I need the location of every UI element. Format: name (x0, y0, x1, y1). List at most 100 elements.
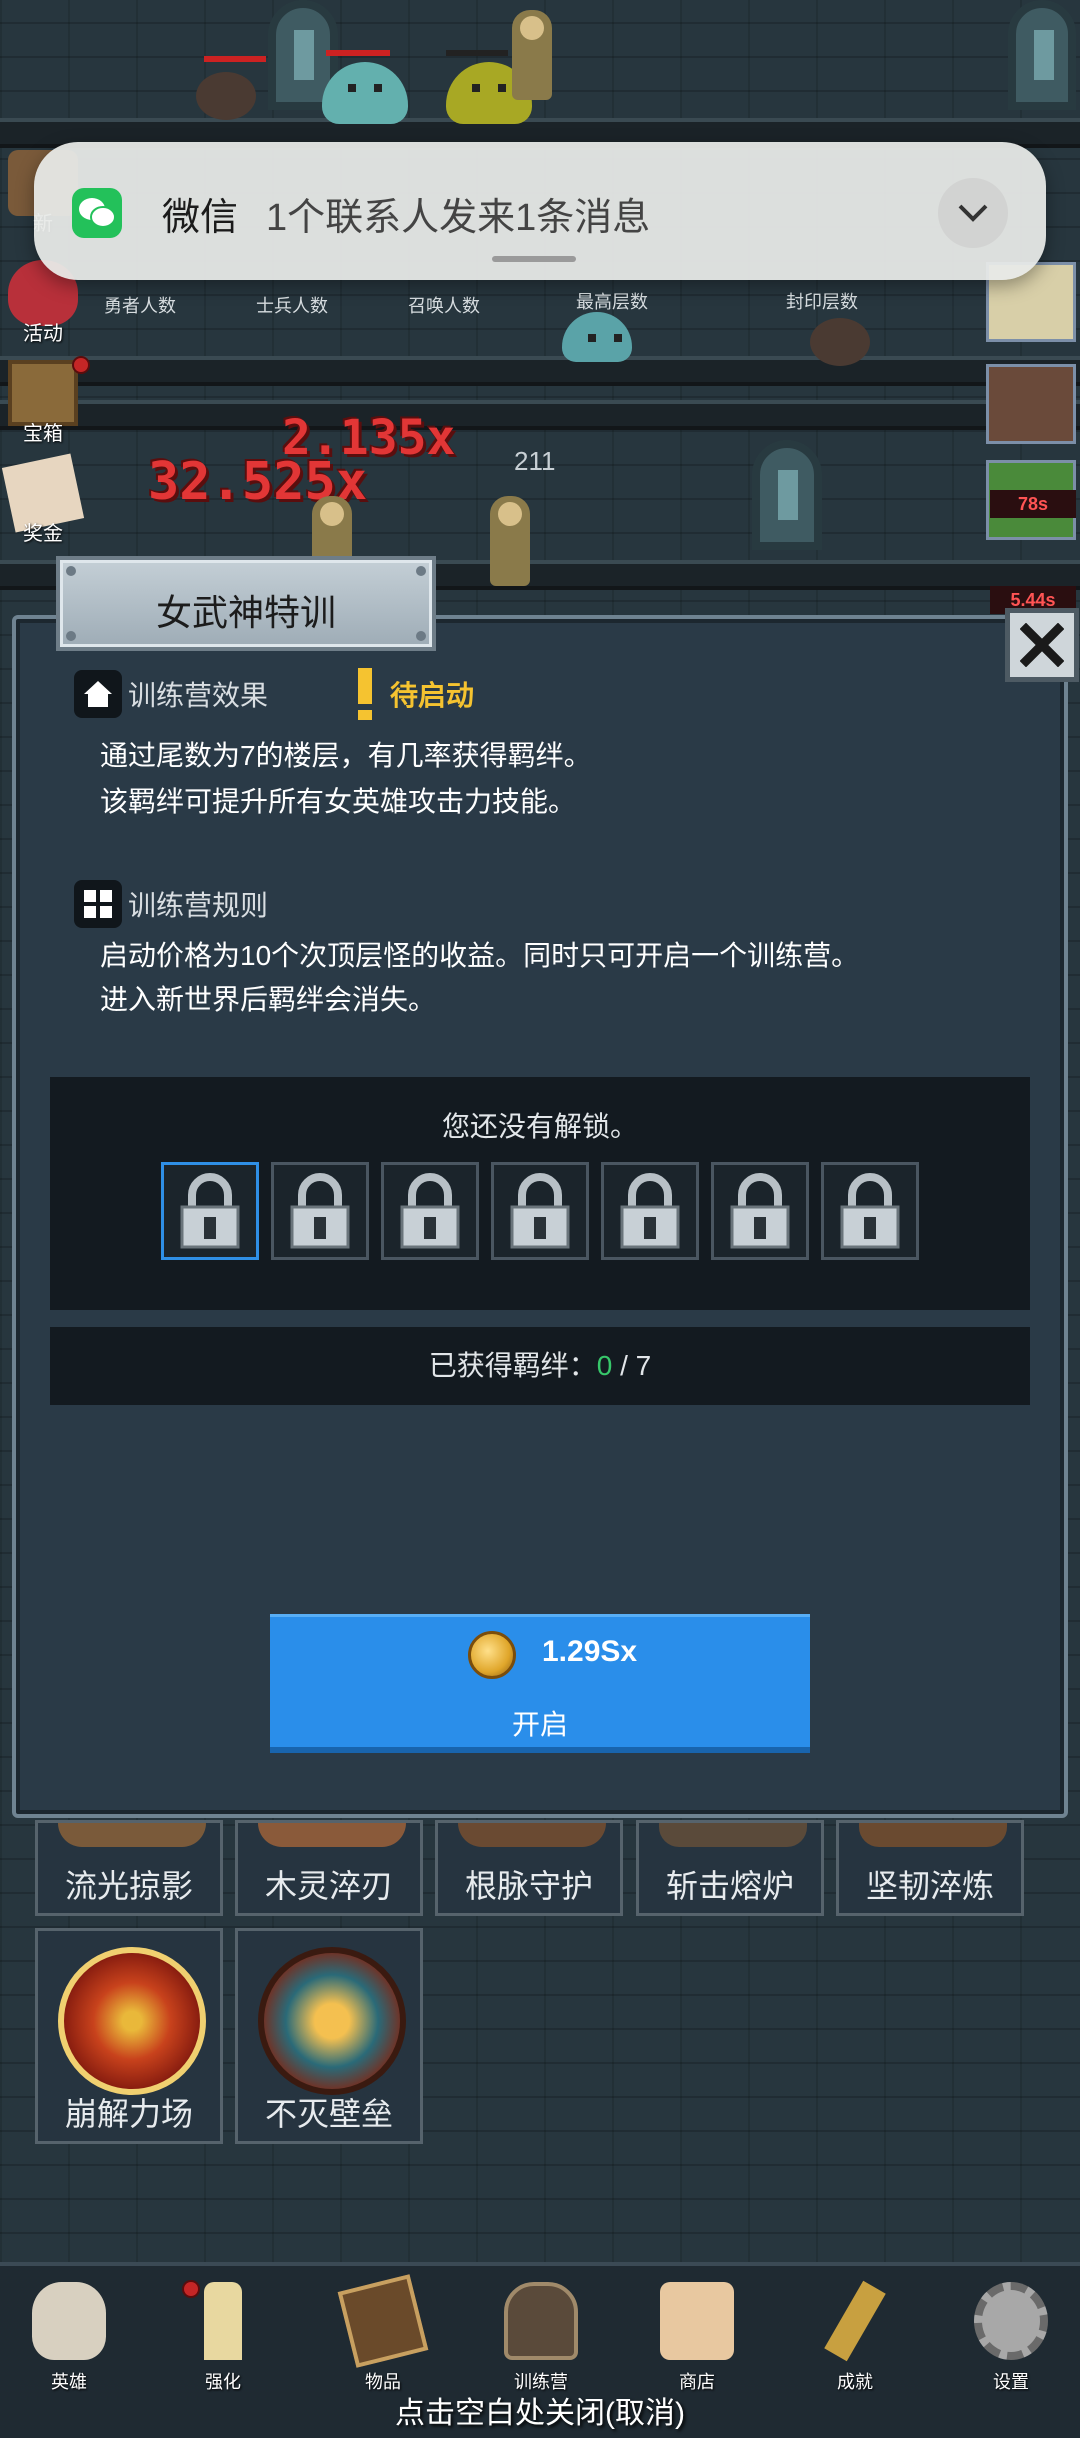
close-icon (1020, 623, 1064, 667)
nav-training-camp[interactable]: 训练营 (486, 2282, 596, 2392)
skill-card[interactable]: 根脉守护 (435, 1820, 623, 1916)
skill-icon (258, 1947, 406, 2095)
lock-icon (400, 1173, 460, 1249)
skill-card[interactable]: 坚韧淬炼 (836, 1820, 1024, 1916)
book-icon (337, 2274, 429, 2368)
chevron-down-icon (958, 204, 988, 222)
enemy-hp-bar (446, 50, 508, 56)
skill-name: 坚韧淬炼 (865, 1868, 994, 1904)
side-bonus-button[interactable]: 奖金 (0, 453, 86, 546)
skill-name: 木灵淬刃 (264, 1868, 393, 1904)
nav-enhance[interactable]: 强化 (168, 2282, 278, 2392)
wechat-icon (72, 188, 122, 238)
key-icon (824, 2280, 886, 2362)
notification-dot (182, 2280, 200, 2298)
stat-label: 士兵人数 (256, 296, 328, 316)
notification-app-name: 微信 (162, 197, 239, 239)
door-decoration (1008, 0, 1076, 110)
window-decoration (752, 440, 822, 550)
rivet (66, 566, 76, 576)
dialog-title-plate: 女武神特训 (56, 556, 436, 651)
open-label: 开启 (511, 1709, 568, 1740)
skill-card[interactable]: 崩解力场 (35, 1928, 223, 2144)
expand-button[interactable] (938, 178, 1008, 248)
open-price: 1.29Sx (542, 1635, 638, 1668)
skill-name: 崩解力场 (64, 2096, 193, 2132)
enemy-hp-bar (204, 56, 266, 62)
lock-icon (620, 1173, 680, 1249)
lock-slot[interactable] (161, 1162, 259, 1260)
skill-icon (58, 1823, 206, 1847)
rivet (416, 566, 426, 576)
status-badge: 待启动 (358, 668, 474, 720)
home-icon (74, 670, 122, 718)
stat-label: 最高层数 (576, 292, 648, 312)
lock-icon (180, 1173, 240, 1249)
lock-slot[interactable] (491, 1162, 589, 1260)
lock-panel: 您还没有解锁。 (50, 1077, 1030, 1310)
skull-icon (32, 2282, 106, 2360)
spider-enemy (196, 72, 256, 120)
stat-label: 封印层数 (786, 292, 858, 312)
effect-line-1: 通过尾数为7的楼层，有几率获得羁绊。 (100, 740, 592, 771)
skill-card[interactable]: 斩击熔炉 (636, 1820, 824, 1916)
dialog-title: 女武神特训 (155, 592, 336, 633)
bond-separator: / (612, 1350, 636, 1381)
lock-hint: 您还没有解锁。 (441, 1111, 638, 1142)
nav-items[interactable]: 物品 (328, 2274, 438, 2392)
lock-slot[interactable] (601, 1162, 699, 1260)
side-chest-button[interactable]: 宝箱 (0, 360, 86, 446)
rules-heading: 训练营规则 (128, 890, 269, 921)
hero-sprite (490, 496, 530, 586)
close-button[interactable] (1005, 608, 1079, 682)
skill-name: 斩击熔炉 (665, 1868, 794, 1904)
floor-number: 211 (514, 446, 556, 476)
rules-section-header: 训练营规则 (74, 880, 268, 928)
lock-icon (510, 1173, 570, 1249)
stat-label: 召唤人数 (408, 296, 480, 316)
skill-name: 不灭壁垒 (264, 2096, 393, 2132)
close-hint[interactable]: 点击空白处关闭(取消) (0, 2388, 1080, 2432)
skill-icon (859, 1823, 1007, 1847)
notification-message: 1个联系人发来1条消息 (266, 197, 651, 239)
spider-enemy (810, 318, 870, 366)
skill-card[interactable]: 流光掠影 (35, 1820, 223, 1916)
rules-line-1: 启动价格为10个次顶层怪的收益。同时只可开启一个训练营。 (100, 940, 860, 971)
wechat-notification[interactable]: 微信 1个联系人发来1条消息 (34, 142, 1046, 280)
bond-progress: 已获得羁绊：0 / 7 (50, 1327, 1030, 1405)
bond-total: 7 (635, 1350, 652, 1381)
nav-settings[interactable]: 设置 (956, 2282, 1066, 2392)
skill-icon (258, 1823, 406, 1847)
slime-enemy (562, 312, 632, 362)
drag-handle[interactable] (492, 256, 576, 262)
mug-icon (660, 2282, 734, 2360)
lock-icon (730, 1173, 790, 1249)
nav-achievements[interactable]: 成就 (800, 2280, 910, 2392)
lantern-icon (504, 2282, 578, 2360)
lock-slot[interactable] (821, 1162, 919, 1260)
skill-icon (58, 1947, 206, 2095)
coin-icon (468, 1631, 516, 1679)
bond-label: 已获得羁绊： (428, 1350, 597, 1381)
skill-icon (458, 1823, 606, 1847)
skill-card[interactable]: 不灭壁垒 (235, 1928, 423, 2144)
notification-dot (72, 356, 90, 374)
effect-heading: 训练营效果 (128, 680, 269, 711)
nav-heroes[interactable]: 英雄 (14, 2282, 124, 2392)
skill-card[interactable]: 木灵淬刃 (235, 1820, 423, 1916)
right-card[interactable] (986, 364, 1076, 444)
lock-icon (840, 1173, 900, 1249)
grid-icon (74, 880, 122, 928)
open-button[interactable]: 1.29Sx 开启 (270, 1614, 810, 1753)
nav-shop[interactable]: 商店 (642, 2282, 752, 2392)
lock-slot[interactable] (381, 1162, 479, 1260)
skill-name: 根脉守护 (464, 1868, 593, 1904)
status-text: 待启动 (390, 680, 475, 711)
lock-slot[interactable] (711, 1162, 809, 1260)
bond-obtained: 0 (596, 1350, 613, 1381)
effect-line-2: 该羁绊可提升所有女英雄攻击力技能。 (100, 786, 577, 817)
enemy-hp-bar (326, 50, 390, 56)
hero-sprite (512, 10, 552, 100)
gear-icon (974, 2282, 1048, 2360)
lock-slot[interactable] (271, 1162, 369, 1260)
